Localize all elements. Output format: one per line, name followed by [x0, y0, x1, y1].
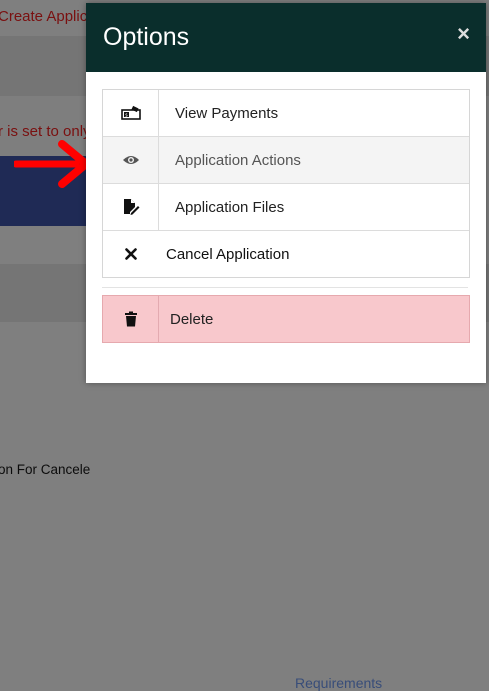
background-card: on For Cancele — [0, 226, 100, 477]
create-application-link: Create Applic — [0, 8, 88, 25]
menu-item-view-payments[interactable]: $ View Payments — [103, 90, 469, 137]
menu-item-label: Application Actions — [175, 151, 301, 169]
eye-icon — [103, 137, 159, 183]
menu-item-label: Application Files — [175, 198, 285, 216]
options-modal: Options × $ View Payments Application Ac… — [86, 3, 486, 383]
close-icon[interactable]: × — [457, 21, 470, 47]
background-card-text: on For Cancele — [0, 462, 91, 477]
menu-item-label: Cancel Application — [166, 245, 290, 263]
modal-header: Options × — [86, 3, 486, 72]
svg-text:$: $ — [125, 113, 128, 119]
modal-title: Options — [103, 23, 190, 51]
menu-item-label: View Payments — [175, 104, 279, 122]
options-menu: $ View Payments Application Actions Appl… — [102, 89, 470, 278]
file-edit-icon — [103, 184, 159, 230]
menu-item-application-actions[interactable]: Application Actions — [103, 137, 469, 184]
requirements-link: Requirements — [295, 675, 383, 691]
delete-label: Delete — [170, 310, 214, 328]
red-arrow-icon — [14, 140, 90, 188]
payments-icon: $ — [103, 90, 159, 136]
trash-icon — [103, 296, 159, 342]
menu-item-application-files[interactable]: Application Files — [103, 184, 469, 231]
close-icon — [103, 231, 158, 277]
delete-button[interactable]: Delete — [102, 295, 470, 343]
menu-divider — [102, 287, 468, 288]
menu-item-cancel-application[interactable]: Cancel Application — [103, 231, 469, 277]
